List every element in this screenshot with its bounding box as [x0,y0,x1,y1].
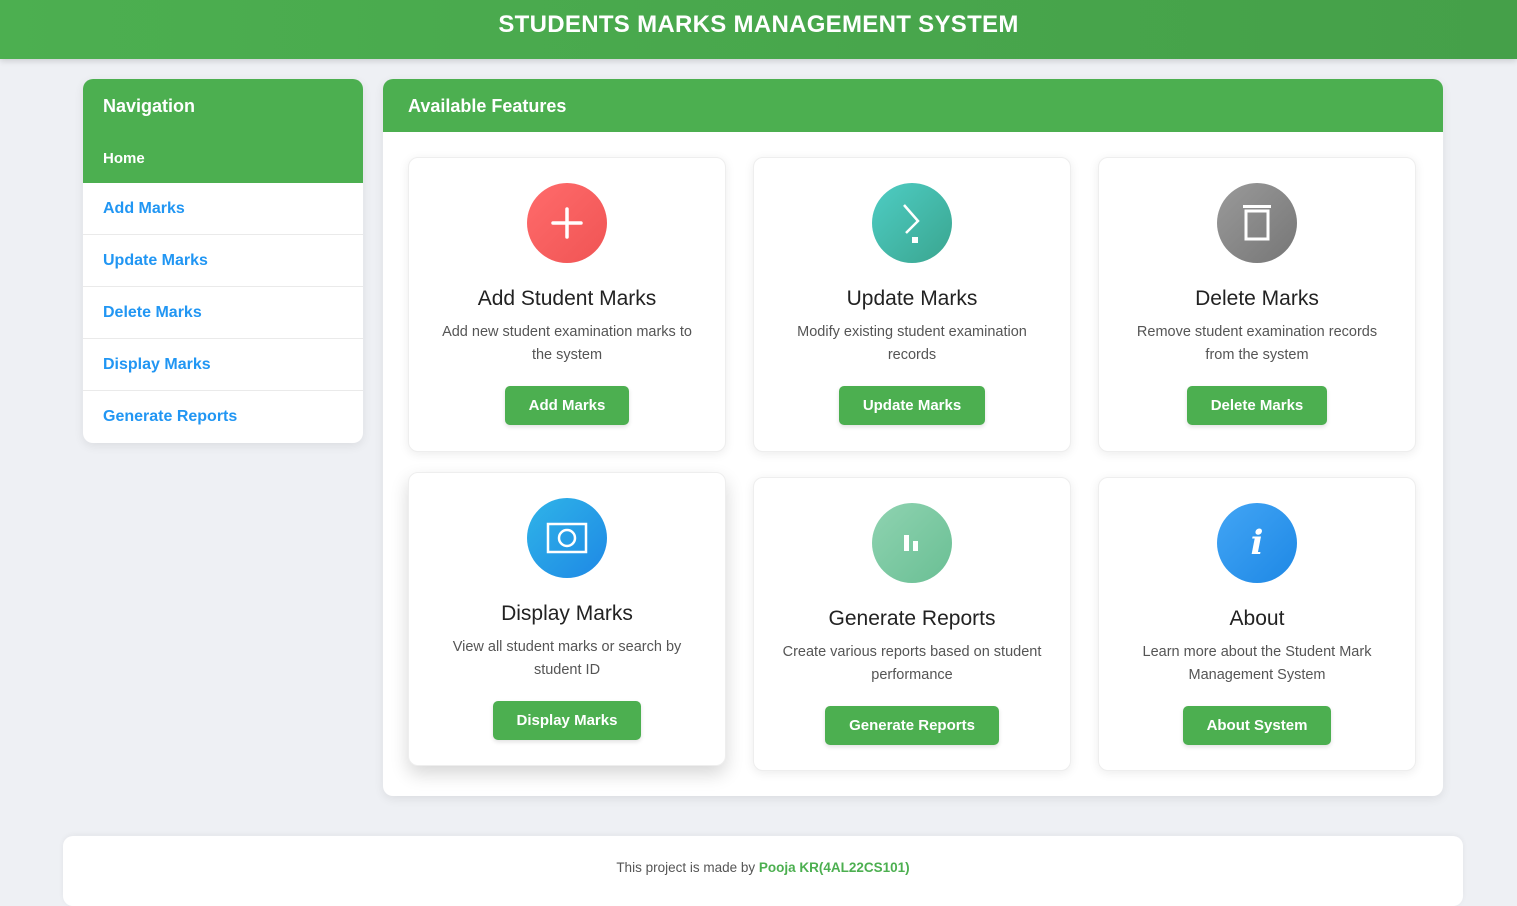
trash-icon [1217,183,1297,263]
panel-title: Available Features [383,79,1443,132]
card-description: Add new student examination marks to the… [442,324,692,363]
card-update-marks: Update Marks Modify existing student exa… [753,157,1071,452]
card-title: Delete Marks [1195,287,1319,310]
card-add-marks: Add Student Marks Add new student examin… [408,157,726,452]
sidebar-item-update-marks[interactable]: Update Marks [83,235,363,287]
sidebar-title: Navigation [83,79,363,133]
sidebar-item-generate-reports[interactable]: Generate Reports [83,391,363,443]
add-marks-button[interactable]: Add Marks [504,386,630,425]
features-panel: Available Features Add Student Marks Add… [383,79,1443,796]
card-about: i About Learn more about the Student Mar… [1098,477,1416,771]
sidebar-item-add-marks[interactable]: Add Marks [83,183,363,235]
about-system-button[interactable]: About System [1182,706,1332,745]
plus-icon [527,183,607,263]
card-title: Add Student Marks [477,287,657,310]
app-header: STUDENTS MARKS MANAGEMENT SYSTEM [0,0,1517,59]
update-marks-button[interactable]: Update Marks [838,386,986,425]
footer-author: Pooja KR(4AL22CS101) [758,860,910,875]
info-icon: i [1217,503,1297,583]
sidebar-item-delete-marks[interactable]: Delete Marks [83,287,363,339]
sidebar: Navigation Home Add Marks Update Marks D… [83,79,363,443]
card-delete-marks: Delete Marks Remove student examination … [1098,157,1416,452]
card-display-marks: Display Marks View all student marks or … [408,472,726,766]
card-description: Remove student examination records from … [1136,324,1378,363]
sidebar-item-home[interactable]: Home [83,133,363,183]
chevron-right-icon [872,183,952,263]
app-title: STUDENTS MARKS MANAGEMENT SYSTEM [498,10,1019,38]
card-title: Generate Reports [828,607,996,630]
card-description: Modify existing student examination reco… [797,324,1027,363]
sidebar-item-display-marks[interactable]: Display Marks [83,339,363,391]
display-icon [527,498,607,578]
card-title: About [1229,607,1285,630]
display-marks-button[interactable]: Display Marks [492,701,642,740]
delete-marks-button[interactable]: Delete Marks [1186,386,1328,425]
card-generate-reports: Generate Reports Create various reports … [753,477,1071,771]
footer: This project is made by Pooja KR(4AL22CS… [63,836,1463,906]
card-title: Display Marks [501,602,633,625]
card-title: Update Marks [846,287,978,310]
bar-chart-icon [872,503,952,583]
card-description: View all student marks or search by stud… [452,639,682,678]
generate-reports-button[interactable]: Generate Reports [825,706,999,745]
card-description: Create various reports based on student … [782,644,1042,683]
footer-text: This project is made by [616,860,759,875]
card-description: Learn more about the Student Mark Manage… [1142,644,1372,683]
